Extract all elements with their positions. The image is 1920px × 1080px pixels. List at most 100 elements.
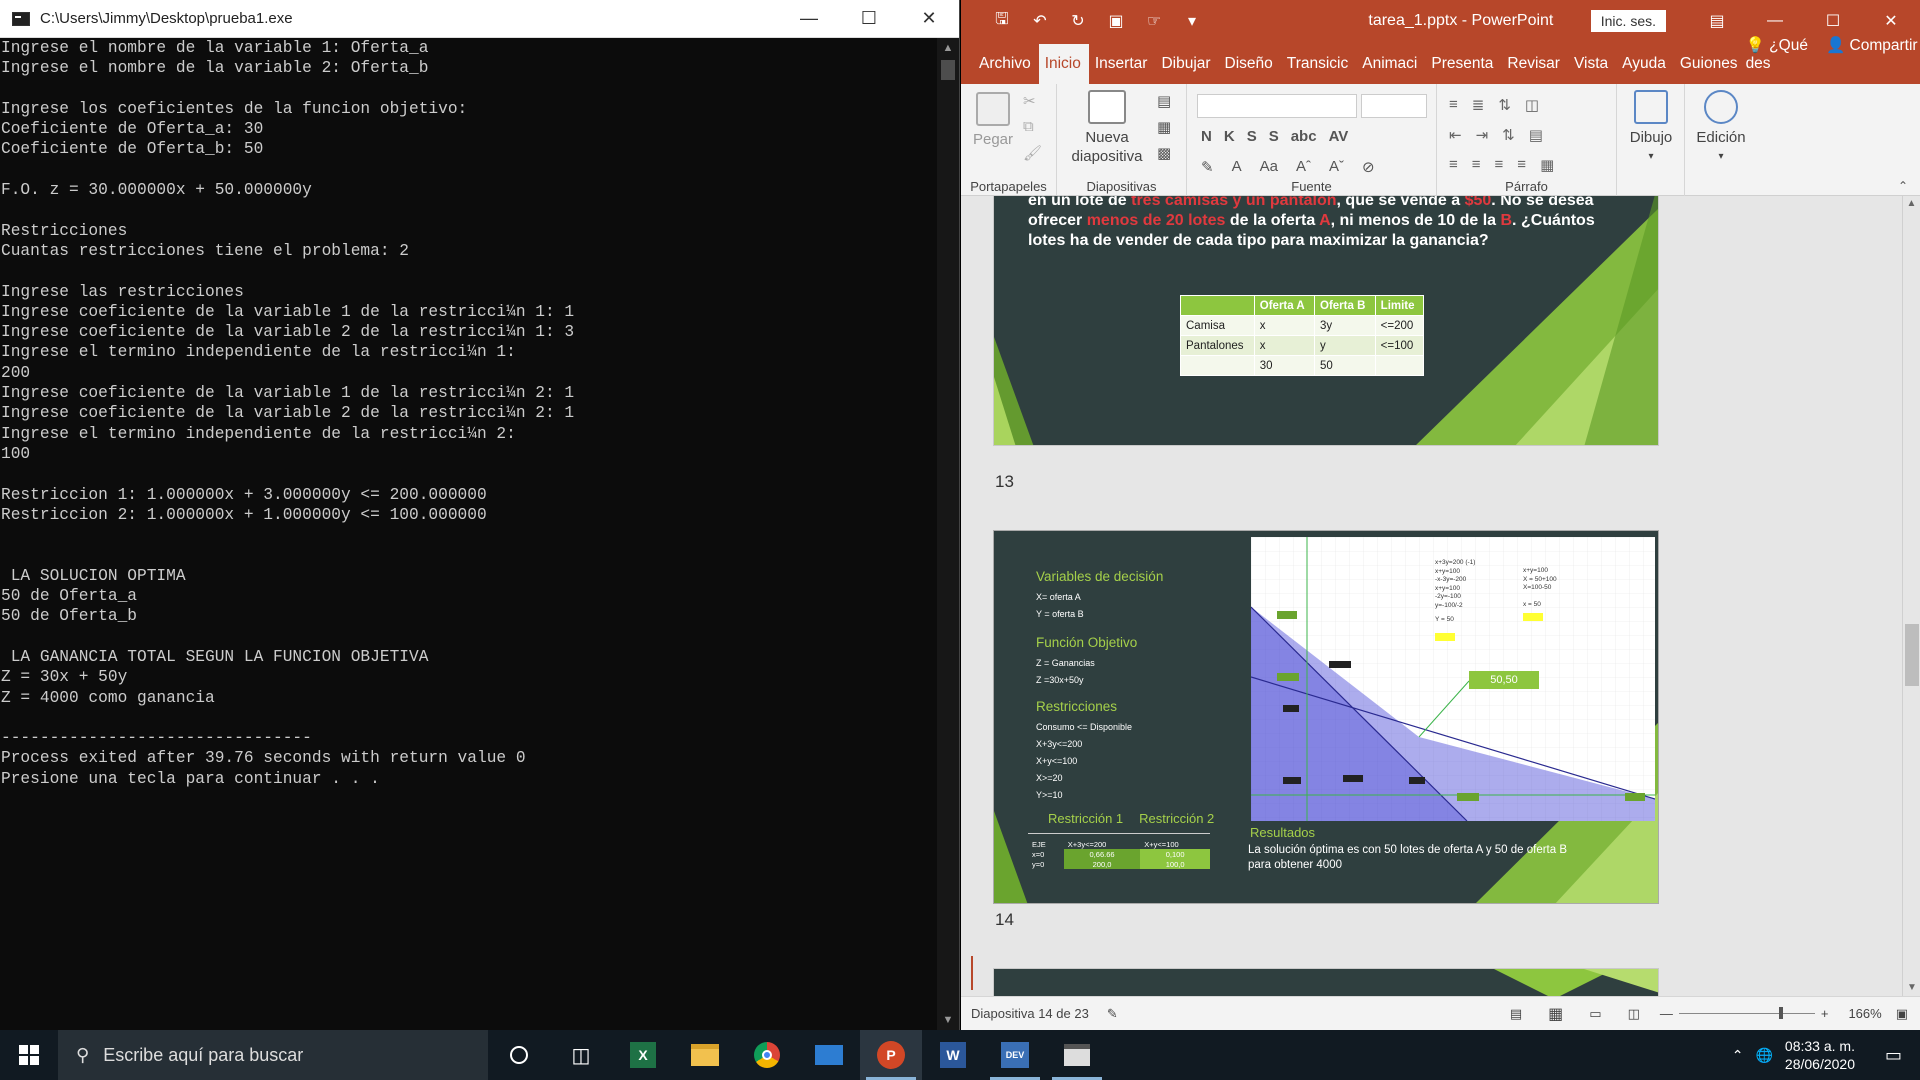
- tab-ayuda[interactable]: Ayuda: [1616, 55, 1674, 84]
- font-color-icon[interactable]: A: [1232, 158, 1242, 176]
- save-icon[interactable]: 🖫: [985, 8, 1019, 35]
- change-case-icon[interactable]: Aa: [1260, 158, 1278, 176]
- minimize-button[interactable]: —: [779, 0, 839, 38]
- copy-icon[interactable]: ⧉: [1023, 118, 1034, 135]
- zoom-thumb[interactable]: [1778, 1007, 1783, 1019]
- increase-indent-icon[interactable]: ⇥: [1476, 126, 1489, 144]
- highlight-icon[interactable]: ✎: [1201, 158, 1214, 176]
- cortana-icon[interactable]: [488, 1030, 550, 1080]
- scroll-down-icon[interactable]: ▼: [937, 1010, 959, 1030]
- scroll-up-icon[interactable]: ▲: [937, 38, 959, 58]
- justify-icon[interactable]: ≡: [1517, 156, 1526, 174]
- normal-view-icon[interactable]: ▤: [1510, 1006, 1522, 1022]
- font-format-icon[interactable]: N: [1201, 128, 1212, 145]
- close-button[interactable]: ✕: [1862, 11, 1920, 31]
- tab-revisar[interactable]: Revisar: [1501, 55, 1568, 84]
- reading-view-icon[interactable]: ▭: [1589, 1006, 1601, 1022]
- scroll-thumb[interactable]: [1905, 624, 1919, 686]
- font-name-select[interactable]: [1197, 94, 1357, 118]
- numbering-icon[interactable]: ≣: [1472, 96, 1485, 114]
- zoom-level[interactable]: 166%: [1848, 1006, 1881, 1021]
- tab-inicio[interactable]: Inicio: [1038, 44, 1089, 84]
- slide-15[interactable]: [993, 968, 1659, 996]
- align-right-icon[interactable]: ≡: [1495, 156, 1504, 174]
- tab-dibujar[interactable]: Dibujar: [1155, 55, 1218, 84]
- font-format-icon[interactable]: abc: [1291, 128, 1317, 145]
- network-icon[interactable]: 🌐: [1755, 1047, 1772, 1064]
- notes-icon[interactable]: ✎: [1107, 1006, 1118, 1022]
- clear-format-icon[interactable]: ⊘: [1362, 158, 1375, 176]
- task-view-icon[interactable]: ◫: [550, 1030, 612, 1080]
- clock[interactable]: 08:33 a. m. 28/06/2020: [1785, 1037, 1855, 1073]
- paste-button[interactable]: Pegar: [971, 92, 1015, 149]
- tell-me-box[interactable]: 💡 ¿Qué des: [1746, 36, 1808, 73]
- font-format-icon[interactable]: S: [1269, 128, 1279, 145]
- tab-archivo[interactable]: Archivo: [973, 55, 1039, 84]
- reset-icon[interactable]: ▦: [1157, 118, 1171, 136]
- undo-icon[interactable]: ↶: [1023, 11, 1057, 31]
- slide-13[interactable]: en un lote de tres camisas y un pantalón…: [993, 196, 1659, 446]
- minimize-button[interactable]: —: [1746, 12, 1804, 30]
- excel-icon[interactable]: X: [612, 1030, 674, 1080]
- sorter-view-icon[interactable]: ▦: [1548, 1004, 1563, 1024]
- collapse-ribbon-icon[interactable]: ⌃: [1898, 179, 1908, 193]
- text-direction-icon[interactable]: ⇅: [1502, 126, 1515, 144]
- file-explorer-icon[interactable]: [674, 1030, 736, 1080]
- console-output[interactable]: Ingrese el nombre de la variable 1: Ofer…: [0, 38, 937, 1030]
- slide-sorter-area[interactable]: en un lote de tres camisas y un pantalón…: [961, 196, 1920, 996]
- tab-guiones[interactable]: Guiones: [1674, 55, 1746, 84]
- slides-scrollbar[interactable]: ▲ ▼: [1902, 196, 1920, 996]
- font-format-icon[interactable]: K: [1224, 128, 1235, 145]
- devcpp-icon[interactable]: DEV: [984, 1030, 1046, 1080]
- font-size-select[interactable]: [1361, 94, 1427, 118]
- scroll-down-icon[interactable]: ▼: [1903, 980, 1920, 996]
- console-taskbar-icon[interactable]: [1046, 1030, 1108, 1080]
- ribbon-display-icon[interactable]: ▤: [1688, 11, 1746, 31]
- maximize-button[interactable]: ☐: [839, 0, 899, 38]
- align-text-icon[interactable]: ▤: [1529, 126, 1543, 144]
- cut-icon[interactable]: ✂: [1023, 92, 1036, 110]
- tab-diseño[interactable]: Diseño: [1219, 55, 1281, 84]
- zoom-slider[interactable]: [1678, 1007, 1815, 1019]
- editing-button[interactable]: Edición ▾: [1693, 90, 1749, 166]
- fit-window-icon[interactable]: ▣: [1896, 1006, 1908, 1022]
- powerpoint-taskbar-icon[interactable]: P: [860, 1030, 922, 1080]
- align-left-icon[interactable]: ≡: [1449, 156, 1458, 174]
- console-titlebar[interactable]: C:\Users\Jimmy\Desktop\prueba1.exe — ☐ ✕: [0, 0, 959, 38]
- share-button[interactable]: 👤 Compartir: [1826, 36, 1918, 73]
- sign-in-button[interactable]: Inic. ses.: [1590, 10, 1666, 32]
- console-scrollbar[interactable]: ▲ ▼: [937, 38, 959, 1030]
- section-icon[interactable]: ▩: [1157, 144, 1171, 162]
- decrease-indent-icon[interactable]: ⇤: [1449, 126, 1462, 144]
- touch-mode-icon[interactable]: ☞: [1137, 11, 1171, 31]
- tab-insertar[interactable]: Insertar: [1089, 55, 1156, 84]
- redo-icon[interactable]: ↻: [1061, 11, 1095, 31]
- tab-vista[interactable]: Vista: [1568, 55, 1616, 84]
- scroll-thumb[interactable]: [941, 60, 955, 80]
- font-format-icon[interactable]: S: [1247, 128, 1257, 145]
- scroll-up-icon[interactable]: ▲: [1903, 196, 1920, 212]
- tab-transicic[interactable]: Transicic: [1281, 55, 1356, 84]
- word-icon[interactable]: W: [922, 1030, 984, 1080]
- smartart-icon[interactable]: ▦: [1540, 156, 1554, 174]
- customize-qat-icon[interactable]: ▾: [1175, 11, 1209, 31]
- presentation-icon[interactable]: ▣: [1099, 11, 1133, 31]
- line-spacing-icon[interactable]: ⇅: [1498, 96, 1511, 114]
- drawing-button[interactable]: Dibujo ▾: [1625, 90, 1677, 166]
- bullets-icon[interactable]: ≡: [1449, 96, 1458, 114]
- grow-font-icon[interactable]: Aˆ: [1296, 158, 1311, 176]
- console-window[interactable]: C:\Users\Jimmy\Desktop\prueba1.exe — ☐ ✕…: [0, 0, 960, 1030]
- search-box[interactable]: ⚲ Escribe aquí para buscar: [58, 1030, 488, 1080]
- font-format-icon[interactable]: AV: [1329, 128, 1349, 145]
- close-button[interactable]: ✕: [899, 0, 959, 38]
- shrink-font-icon[interactable]: Aˇ: [1329, 158, 1344, 176]
- powerpoint-window[interactable]: 🖫 ↶ ↻ ▣ ☞ ▾ tarea_1.pptx - PowerPoint In…: [961, 0, 1920, 1030]
- mail-icon[interactable]: [798, 1030, 860, 1080]
- chrome-icon[interactable]: [736, 1030, 798, 1080]
- columns-icon[interactable]: ◫: [1525, 96, 1539, 114]
- layout-icon[interactable]: ▤: [1157, 92, 1171, 110]
- format-painter-icon[interactable]: 🖌: [1023, 144, 1042, 162]
- slide-14[interactable]: Variables de decisión X= oferta A Y = of…: [993, 530, 1659, 904]
- tab-presenta[interactable]: Presenta: [1425, 55, 1501, 84]
- slideshow-icon[interactable]: ◫: [1628, 1006, 1640, 1022]
